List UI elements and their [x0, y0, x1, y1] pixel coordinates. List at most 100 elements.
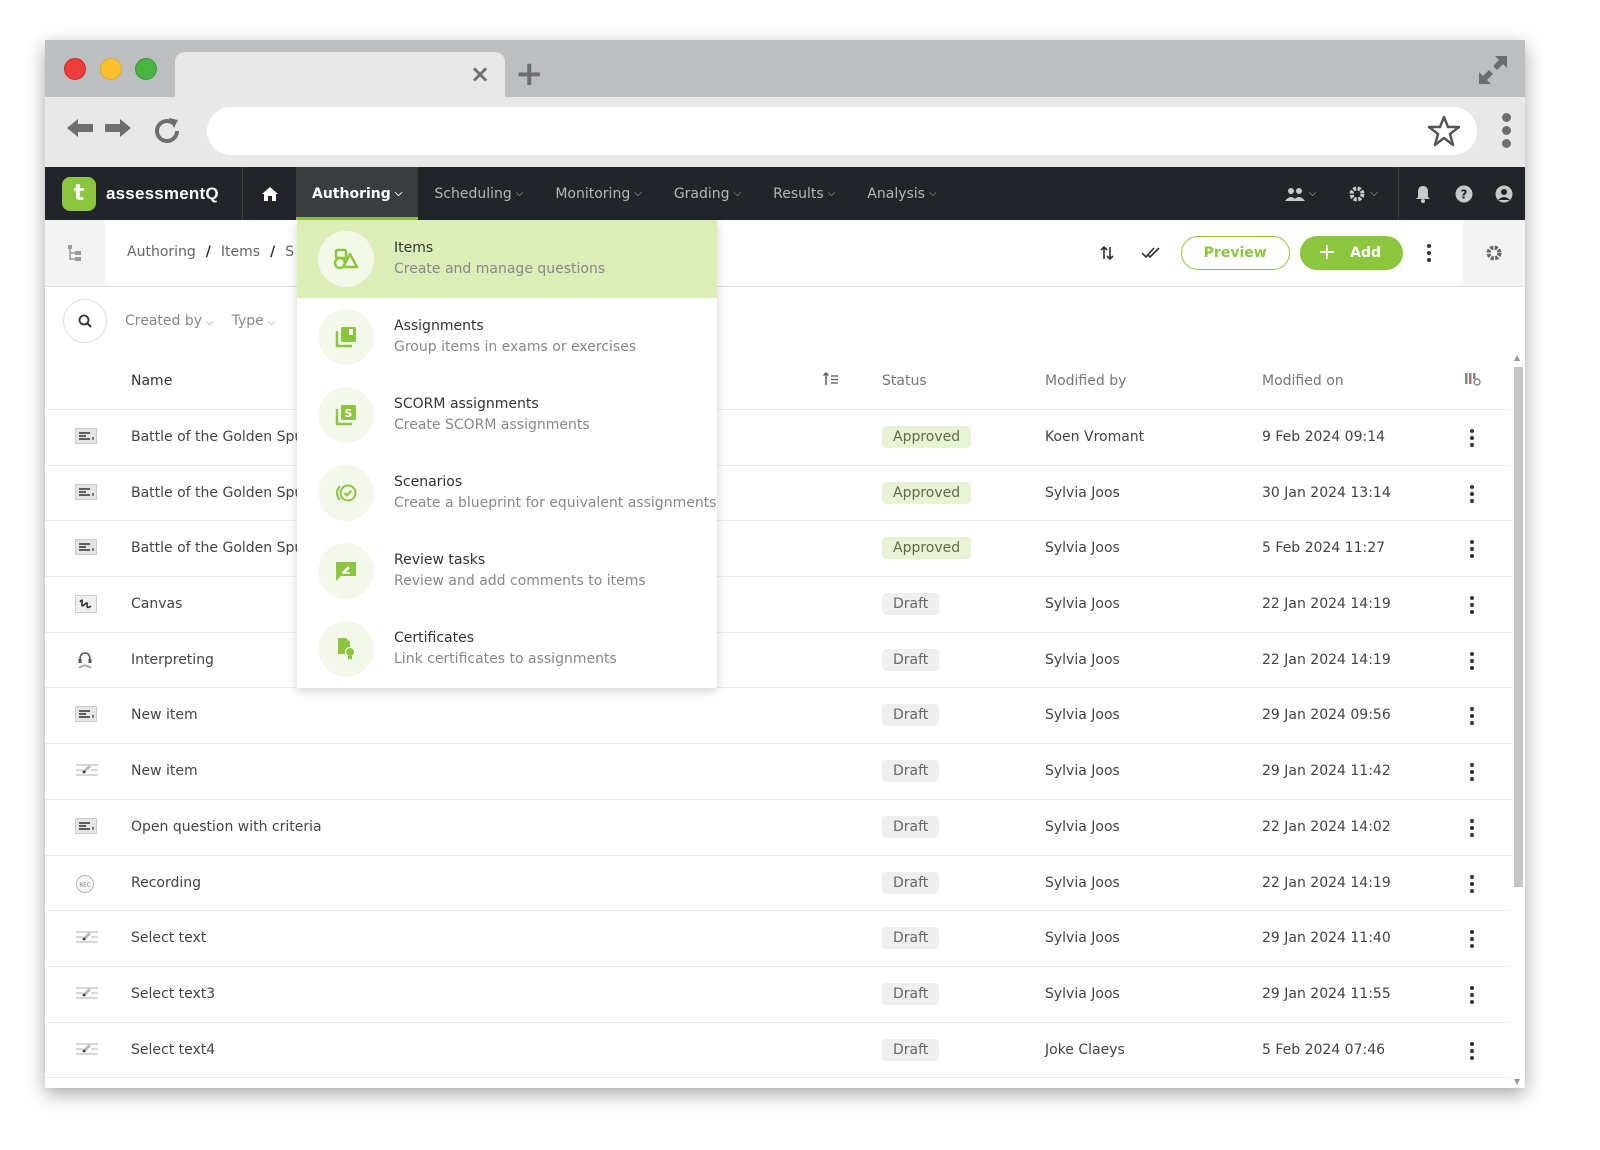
table-row[interactable]: Select text3 Draft Sylvia Joos 29 Jan 2024 …	[45, 967, 1511, 1023]
row-actions-menu-icon[interactable]	[1470, 1041, 1474, 1060]
scrollbar[interactable]: ▲ ▼	[1511, 353, 1525, 1088]
nav-results[interactable]: Results ⌵	[757, 167, 851, 220]
row-actions-menu-icon[interactable]	[1470, 874, 1474, 893]
breadcrumb-current[interactable]: S	[285, 244, 294, 260]
table-row[interactable]: Interpreting Draft Sylvia Joos 22 Jan 2024 …	[45, 633, 1511, 689]
row-actions-menu-icon[interactable]	[1470, 429, 1474, 447]
modified-by: Koen Vromant	[1045, 429, 1145, 445]
expand-icon[interactable]	[1475, 52, 1511, 88]
row-actions-menu-icon[interactable]	[1470, 985, 1474, 1004]
settings-menu[interactable]: ⌵	[1332, 167, 1394, 220]
account-button[interactable]	[1485, 167, 1525, 220]
user-avatar-icon	[1495, 185, 1513, 202]
scroll-down-arrow-icon[interactable]: ▼	[1514, 1077, 1520, 1086]
dropdown-item-scenarios[interactable]: Scenarios Create a blueprint for equivale…	[297, 454, 717, 532]
scrollbar-thumb[interactable]	[1514, 367, 1523, 887]
scroll-up-arrow-icon[interactable]: ▲	[1514, 353, 1520, 362]
home-button[interactable]	[243, 167, 296, 220]
dropdown-item-title: SCORM assignments	[394, 396, 539, 412]
address-bar[interactable]	[207, 107, 1477, 155]
filter-type[interactable]: Type ⌵	[232, 313, 276, 329]
breadcrumb-items[interactable]: Items	[221, 244, 260, 260]
row-actions-menu-icon[interactable]	[1470, 540, 1474, 559]
close-window-button[interactable]	[64, 58, 86, 80]
table-row[interactable]: Open question with criteria Draft Sylvia J…	[45, 800, 1511, 856]
table-row[interactable]: Canvas Draft Sylvia Joos 22 Jan 2024 14:19	[45, 577, 1511, 633]
nav-monitoring[interactable]: Monitoring ⌵	[539, 167, 657, 220]
dropdown-item-certificates[interactable]: Certificates Link certificates to assignm…	[297, 610, 717, 688]
column-header-modified-by[interactable]: Modified by	[1045, 373, 1126, 389]
dropdown-item-scorm[interactable]: S SCORM assignments Create SCORM assignmen…	[297, 376, 717, 454]
new-tab-icon[interactable]: +	[515, 54, 544, 94]
nav-scheduling[interactable]: Scheduling ⌵	[418, 167, 539, 220]
status-badge: Draft	[882, 982, 940, 1005]
nav-grading[interactable]: Grading ⌵	[658, 167, 757, 220]
status-badge: Draft	[882, 815, 940, 838]
dropdown-item-review[interactable]: Review tasks Review and add comments to i…	[297, 532, 717, 610]
column-header-modified-on[interactable]: Modified on	[1262, 373, 1344, 389]
breadcrumb-authoring[interactable]: Authoring	[127, 244, 196, 260]
row-actions-menu-icon[interactable]	[1470, 707, 1474, 726]
table-row[interactable]: REC Recording Draft Sylvia Joos 22 Jan 2024 …	[45, 856, 1511, 912]
sort-arrows-icon	[1100, 245, 1114, 261]
column-settings-icon[interactable]	[1464, 371, 1484, 391]
table-row[interactable]: Select text Draft Sylvia Joos 29 Jan 2024 1…	[45, 911, 1511, 967]
column-header-status[interactable]: Status	[882, 373, 927, 389]
browser-menu-icon[interactable]	[1502, 113, 1511, 152]
column-header-name[interactable]: Name	[131, 373, 172, 389]
table-row[interactable]: Battle of the Golden Spur Approved Koen Vr…	[45, 410, 1511, 466]
nav-authoring[interactable]: Authoring ⌵	[296, 167, 419, 220]
dropdown-item-items[interactable]: Items Create and manage questions	[297, 220, 717, 298]
table-row[interactable]: Battle of the Golden Spur Approved Sylvia …	[45, 466, 1511, 522]
row-actions-menu-icon[interactable]	[1470, 930, 1474, 949]
table-row[interactable]: New item Draft Sylvia Joos 29 Jan 2024 11:4…	[45, 744, 1511, 800]
help-button[interactable]: ?	[1443, 167, 1485, 220]
brand[interactable]: t assessmentQ	[45, 167, 243, 220]
certificates-icon	[318, 621, 374, 677]
scorm-icon: S	[318, 387, 374, 443]
bookmark-star-icon[interactable]	[1427, 115, 1461, 147]
row-actions-menu-icon[interactable]	[1470, 763, 1474, 782]
search-button[interactable]	[63, 299, 107, 343]
nav-divider	[1398, 167, 1399, 220]
chevron-down-icon: ⌵	[1370, 188, 1378, 199]
item-name: Canvas	[131, 596, 183, 613]
notifications-button[interactable]	[1403, 167, 1443, 220]
recording-type-icon: REC	[75, 874, 97, 893]
row-actions-menu-icon[interactable]	[1470, 484, 1474, 503]
dropdown-item-assignments[interactable]: Assignments Group items in exams or exerc…	[297, 298, 717, 376]
sort-button[interactable]	[1085, 231, 1129, 275]
row-actions-menu-icon[interactable]	[1470, 818, 1474, 837]
modified-on: 29 Jan 2024 11:42	[1262, 763, 1391, 780]
forward-arrow-icon[interactable]	[103, 117, 133, 139]
minimize-window-button[interactable]	[100, 58, 122, 80]
reload-icon[interactable]	[151, 115, 183, 147]
tab-close-icon[interactable]: ×	[470, 60, 490, 88]
item-name: Select text	[131, 930, 207, 947]
browser-tabbar: × +	[45, 40, 1525, 98]
row-actions-menu-icon[interactable]	[1470, 596, 1474, 615]
select-all-button[interactable]	[1129, 231, 1173, 275]
table-row[interactable]: Battle of the Golden Spur Approved Sylvia …	[45, 521, 1511, 578]
page-settings-button[interactable]	[1463, 220, 1525, 286]
filter-created-by[interactable]: Created by ⌵	[125, 313, 214, 329]
chevron-down-icon: ⌵	[733, 188, 742, 199]
more-options-button[interactable]	[1409, 244, 1449, 262]
add-button[interactable]: + Add	[1299, 236, 1403, 270]
nav-label: Analysis	[867, 185, 925, 202]
users-menu[interactable]: ⌵	[1269, 167, 1333, 220]
modified-by: Sylvia Joos	[1045, 651, 1120, 668]
nav-analysis[interactable]: Analysis ⌵	[851, 167, 952, 220]
maximize-window-button[interactable]	[135, 58, 157, 80]
top-navigation: t assessmentQ Authoring ⌵ Scheduling ⌵ Mon…	[45, 167, 1525, 220]
sort-ascending-icon[interactable]	[823, 372, 839, 390]
tree-toggle-button[interactable]	[45, 220, 105, 286]
preview-button[interactable]: Preview	[1180, 236, 1290, 270]
browser-tab[interactable]	[175, 52, 505, 98]
table-row[interactable]: Select text4 Draft Joke Claeys 5 Feb 2024 0…	[45, 1023, 1511, 1079]
table-row[interactable]: New item Draft Sylvia Joos 29 Jan 2024 09:5…	[45, 688, 1511, 745]
row-actions-menu-icon[interactable]	[1470, 651, 1474, 670]
back-arrow-icon[interactable]	[65, 117, 95, 139]
modified-by: Sylvia Joos	[1045, 763, 1120, 780]
dropdown-item-title: Review tasks	[394, 552, 486, 568]
